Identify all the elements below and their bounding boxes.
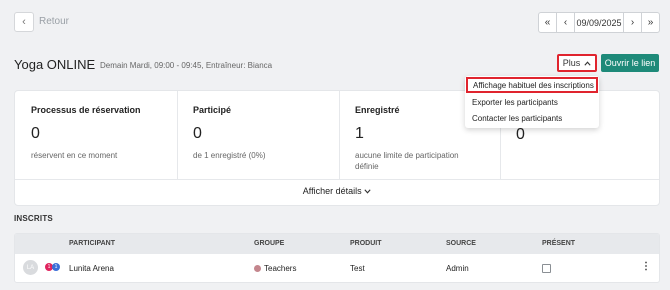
present-checkbox[interactable] (542, 264, 551, 273)
next-day-button[interactable]: › (623, 12, 642, 33)
column-header-source[interactable]: SOURCE (446, 240, 476, 247)
stat-attended: Participé 0 de 1 enregistré (0%) (177, 91, 339, 179)
participant-name[interactable]: Lunita Arena (69, 264, 114, 273)
double-chevron-left-icon: « (544, 17, 551, 28)
more-options-icon[interactable]: ⋮ (641, 262, 651, 272)
stat-note: réservent en ce moment (31, 151, 118, 160)
back-button[interactable]: ‹ (14, 12, 34, 32)
plus-button[interactable]: Plus (557, 54, 597, 72)
stat-value: 0 (516, 126, 525, 143)
back-label[interactable]: Retour (39, 16, 69, 27)
menu-item-usual-registrations-view[interactable]: Affichage habituel des inscriptions (466, 77, 598, 93)
first-page-button[interactable]: « (538, 12, 557, 33)
source-cell: Admin (446, 264, 469, 273)
column-header-present[interactable]: PRÉSENT (542, 240, 575, 247)
column-header-product[interactable]: PRODUIT (350, 240, 382, 247)
group-cell: Teachers (254, 264, 296, 273)
page-title: Yoga ONLINE (14, 57, 96, 72)
stat-value: 0 (193, 125, 202, 142)
show-details-label: Afficher détails (302, 186, 362, 196)
group-color-dot (254, 265, 261, 272)
column-header-group[interactable]: GROUPE (254, 240, 284, 247)
menu-item-export-participants[interactable]: Exporter les participants (465, 94, 599, 110)
chevron-down-icon (364, 186, 371, 196)
date-navigation: « ‹ 09/09/2025 › » (538, 12, 660, 33)
plus-dropdown-menu: Affichage habituel des inscriptions Expo… (465, 76, 599, 128)
last-page-button[interactable]: » (641, 12, 660, 33)
open-link-button[interactable]: Ouvrir le lien (601, 54, 659, 72)
course-subtitle: Demain Mardi, 09:00 - 09:45, Entraîneur:… (100, 61, 273, 70)
chevron-right-icon: › (630, 17, 635, 28)
table-header: PARTICIPANT GROUPE PRODUIT SOURCE PRÉSEN… (15, 234, 659, 254)
column-header-participant[interactable]: PARTICIPANT (69, 240, 115, 247)
table-row[interactable]: LA 1 1 Lunita Arena Teachers Test Admin … (15, 254, 659, 282)
show-details-button[interactable]: Afficher détails (15, 186, 659, 196)
stat-label: Participé (193, 105, 232, 115)
double-chevron-right-icon: » (647, 17, 654, 28)
previous-day-button[interactable]: ‹ (556, 12, 575, 33)
chevron-left-icon: ‹ (563, 17, 568, 28)
badge-blue: 1 (52, 263, 60, 271)
product-cell: Test (350, 264, 365, 273)
top-navigation: ‹ Retour « ‹ 09/09/2025 › » (14, 12, 660, 34)
card-divider (15, 179, 659, 180)
chevron-up-icon (584, 58, 591, 68)
plus-button-label: Plus (562, 58, 581, 68)
stat-value: 0 (31, 125, 40, 142)
stat-note: aucune limite de participation définie (355, 151, 459, 171)
date-input[interactable]: 09/09/2025 (574, 12, 624, 33)
stat-booking-process: Processus de réservation 0 réservent en … (15, 91, 177, 179)
avatar: LA (23, 260, 38, 275)
stat-note: de 1 enregistré (0%) (193, 151, 266, 160)
menu-item-contact-participants[interactable]: Contacter les participants (465, 110, 599, 126)
chevron-left-icon: ‹ (22, 16, 26, 28)
registrants-table: PARTICIPANT GROUPE PRODUIT SOURCE PRÉSEN… (14, 233, 660, 283)
group-name: Teachers (264, 264, 297, 273)
section-title-registrants: INSCRITS (14, 214, 53, 223)
membership-badges: 1 1 (45, 263, 60, 271)
stat-label: Processus de réservation (31, 105, 141, 115)
